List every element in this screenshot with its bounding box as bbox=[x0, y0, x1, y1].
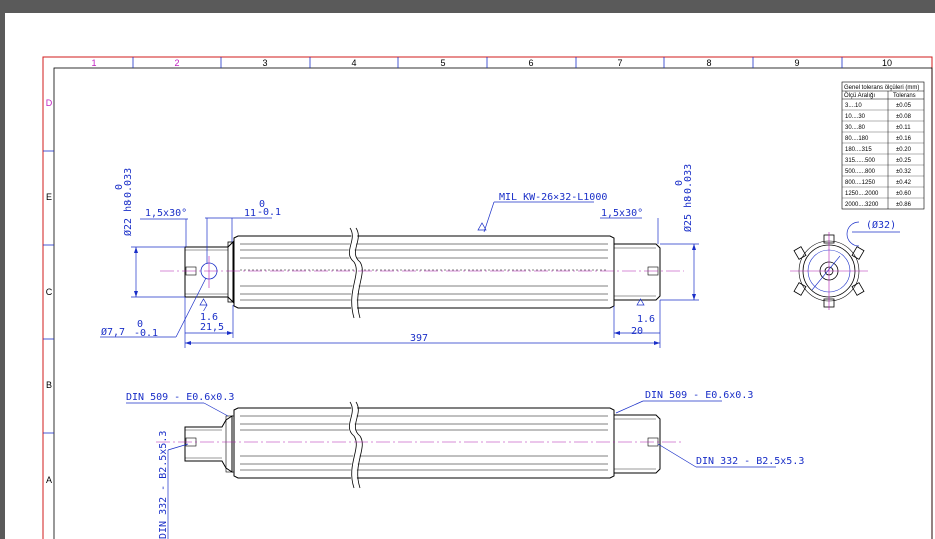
dim-dia7: Ø7,7 bbox=[101, 326, 125, 338]
tolerance-value: ±0.42 bbox=[896, 180, 912, 186]
tolerance-range: 180....315 bbox=[845, 147, 872, 153]
shaft-bottom-view bbox=[184, 400, 661, 489]
row-label: D bbox=[46, 98, 53, 108]
note-din332-right: DIN 332 - B2.5x5.3 bbox=[696, 456, 804, 467]
tolerance-range: 10....30 bbox=[845, 114, 866, 120]
tolerance-table-title: Genel tolerans ölçüleri (mm) bbox=[844, 85, 919, 91]
col-label: 7 bbox=[617, 58, 622, 68]
row-label: E bbox=[46, 192, 52, 202]
col-label: 10 bbox=[882, 58, 892, 68]
tolerance-col-tol: Tolerans bbox=[893, 93, 916, 99]
tolerance-value: ±0.05 bbox=[896, 103, 912, 109]
technical-drawing[interactable]: 1 2 3 4 5 6 7 8 9 10 D E C B A Genel tol… bbox=[0, 0, 935, 539]
dim-dia22-lower: -0.033 bbox=[123, 168, 134, 204]
col-label: 8 bbox=[706, 58, 711, 68]
dim-chamfer-right: 1,5x30° bbox=[601, 208, 643, 219]
col-label: 9 bbox=[794, 58, 799, 68]
dim-dia7-lower: -0.1 bbox=[134, 328, 158, 339]
col-label: 5 bbox=[440, 58, 445, 68]
tolerance-value: ±0.32 bbox=[896, 169, 912, 175]
col-label: 6 bbox=[528, 58, 533, 68]
row-label: A bbox=[46, 475, 52, 485]
tolerance-value: ±0.86 bbox=[896, 202, 912, 208]
note-din509-right: DIN 509 - E0.6x0.3 bbox=[645, 390, 753, 401]
tolerance-table: Genel tolerans ölçüleri (mm) Ölçü Aralığ… bbox=[841, 81, 925, 210]
dim-dia32: (Ø32) bbox=[866, 219, 896, 231]
tolerance-range: 500......800 bbox=[845, 169, 876, 175]
row-label: B bbox=[46, 380, 52, 390]
tolerance-range: 800....1250 bbox=[845, 180, 876, 186]
frame-row-labels: D E C B A bbox=[46, 98, 53, 485]
dim-dia25-lower: -0.033 bbox=[683, 164, 694, 200]
dim-mil-spec: MIL KW-26×32-L1000 bbox=[499, 192, 607, 203]
tolerance-value: ±0.08 bbox=[896, 114, 912, 120]
tolerance-range: 315......500 bbox=[845, 158, 876, 164]
dim-dia25: Ø25 h8 bbox=[682, 196, 694, 232]
tolerance-range: 30....80 bbox=[845, 125, 866, 131]
tolerance-value: ±0.11 bbox=[896, 125, 911, 131]
shaft-front-view bbox=[184, 226, 661, 319]
tolerance-value: ±0.60 bbox=[896, 191, 912, 197]
col-label: 3 bbox=[262, 58, 267, 68]
dim-len397: 397 bbox=[410, 333, 428, 344]
dim-len21: 21,5 bbox=[200, 322, 224, 333]
tolerance-value: ±0.20 bbox=[896, 147, 912, 153]
col-label: 1 bbox=[91, 58, 96, 68]
tolerance-value: ±0.25 bbox=[896, 158, 912, 164]
cad-viewport[interactable]: 1 2 3 4 5 6 7 8 9 10 D E C B A Genel tol… bbox=[0, 0, 935, 539]
tolerance-range: 3....10 bbox=[845, 103, 862, 109]
dim-chamfer-left: 1,5x30° bbox=[145, 208, 187, 219]
note-din332-left: DIN 332 - B2.5x5.3 bbox=[158, 431, 169, 539]
dim-rough-right: 1.6 bbox=[637, 314, 655, 325]
col-label: 4 bbox=[351, 58, 356, 68]
dim-len11: 11 bbox=[244, 208, 256, 219]
dim-len11-lower: -0.1 bbox=[257, 207, 281, 218]
col-label: 2 bbox=[174, 58, 179, 68]
dim-len20: 20 bbox=[631, 326, 643, 337]
frame-column-labels: 1 2 3 4 5 6 7 8 9 10 bbox=[91, 58, 892, 68]
dim-dia22: Ø22 h8 bbox=[122, 200, 134, 236]
tolerance-range: 80....180 bbox=[845, 136, 869, 142]
note-din509-left: DIN 509 - E0.6x0.3 bbox=[126, 392, 234, 403]
dia32-bracket bbox=[846, 221, 860, 247]
row-label: C bbox=[46, 287, 53, 297]
tolerance-value: ±0.16 bbox=[896, 136, 912, 142]
tolerance-range: 1250....2000 bbox=[845, 191, 879, 197]
tolerance-range: 2000....3200 bbox=[845, 202, 879, 208]
tolerance-col-range: Ölçü Aralığı bbox=[844, 92, 875, 99]
